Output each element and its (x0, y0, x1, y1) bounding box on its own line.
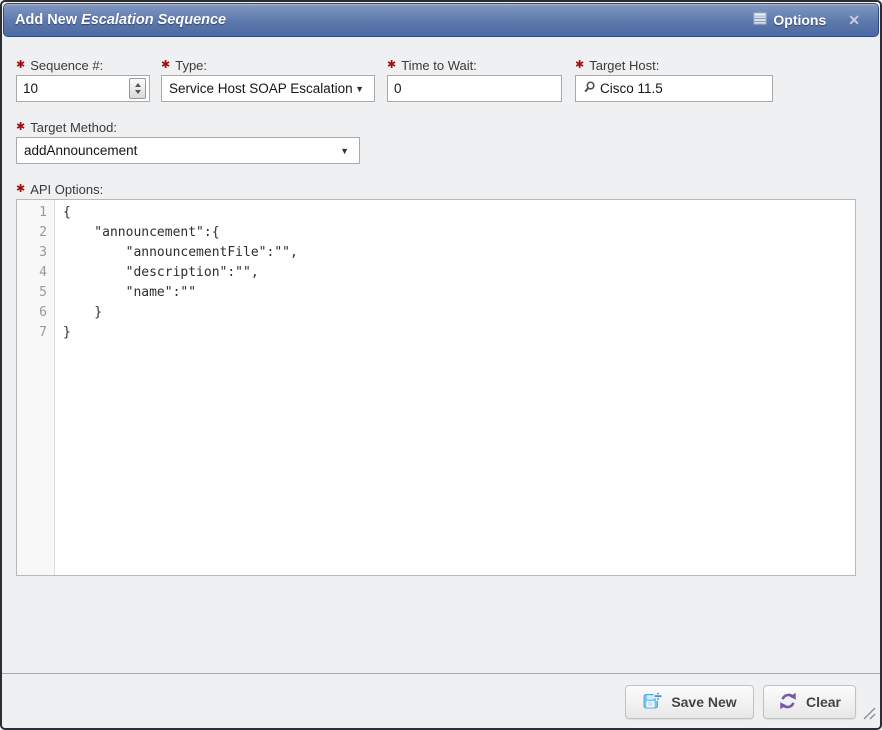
target-method-select-value: addAnnouncement (24, 143, 137, 158)
time-to-wait-label-text: Time to Wait: (401, 58, 477, 73)
footer-divider (2, 673, 880, 674)
stepper-down-icon (135, 90, 141, 94)
save-new-button[interactable]: Save New (625, 685, 754, 719)
dialog-title-emphasis: Escalation Sequence (81, 12, 226, 28)
dialog-title-prefix: Add New (15, 12, 81, 28)
time-to-wait-field-wrap (387, 75, 562, 102)
required-marker-icon: ✱ (575, 58, 584, 71)
line-number: 6 (17, 303, 47, 323)
options-table-icon (753, 12, 767, 28)
clear-button-label: Clear (806, 694, 841, 710)
escalation-sequence-dialog: Add New Escalation Sequence Options ✕ ✱ … (0, 0, 882, 730)
line-number: 3 (17, 243, 47, 263)
save-new-icon (642, 690, 663, 714)
target-host-label: ✱ Target Host: (575, 57, 659, 73)
clear-refresh-icon (778, 691, 798, 714)
code-line[interactable]: } (63, 303, 855, 323)
type-select[interactable]: Service Host SOAP Escalation ▼ (161, 75, 375, 102)
required-marker-icon: ✱ (16, 182, 25, 195)
target-host-lookup-field[interactable]: Cisco 11.5 (575, 75, 773, 102)
code-line[interactable]: "announcementFile":"", (63, 243, 855, 263)
target-method-label-text: Target Method: (30, 120, 117, 135)
target-method-select[interactable]: addAnnouncement ▼ (16, 137, 360, 164)
editor-code-area[interactable]: { "announcement":{ "announcementFile":""… (55, 200, 855, 575)
api-options-label-text: API Options: (30, 182, 103, 197)
line-number: 5 (17, 283, 47, 303)
line-number: 4 (17, 263, 47, 283)
number-stepper-icon[interactable] (129, 78, 146, 99)
time-to-wait-label: ✱ Time to Wait: (387, 57, 477, 73)
sequence-number-label: ✱ Sequence #: (16, 57, 103, 73)
dialog-titlebar: Add New Escalation Sequence Options ✕ (3, 3, 879, 37)
resize-grip-handle[interactable] (860, 704, 877, 726)
required-marker-icon: ✱ (387, 58, 396, 71)
target-host-value: Cisco 11.5 (600, 81, 663, 96)
close-icon[interactable]: ✕ (848, 13, 860, 27)
editor-line-number-gutter: 1 2 3 4 5 6 7 (17, 200, 55, 575)
target-host-label-text: Target Host: (589, 58, 659, 73)
search-icon (582, 80, 596, 98)
type-label: ✱ Type: (161, 57, 207, 73)
save-new-button-label: Save New (671, 694, 736, 710)
chevron-down-icon: ▼ (355, 84, 364, 94)
line-number: 7 (17, 323, 47, 343)
dialog-title: Add New Escalation Sequence (15, 12, 226, 28)
api-options-code-editor[interactable]: 1 2 3 4 5 6 7 { "announcement":{ "announ… (16, 199, 856, 576)
time-to-wait-input[interactable] (387, 75, 562, 102)
required-marker-icon: ✱ (161, 58, 170, 71)
target-method-label: ✱ Target Method: (16, 119, 117, 135)
options-button[interactable]: Options (753, 12, 826, 28)
clear-button[interactable]: Clear (763, 685, 856, 719)
chevron-down-icon: ▼ (340, 146, 349, 156)
code-line[interactable]: } (63, 323, 855, 343)
sequence-number-label-text: Sequence #: (30, 58, 103, 73)
api-options-label: ✱ API Options: (16, 181, 103, 197)
code-line[interactable]: "description":"", (63, 263, 855, 283)
line-number: 1 (17, 203, 47, 223)
code-line[interactable]: { (63, 203, 855, 223)
required-marker-icon: ✱ (16, 58, 25, 71)
type-label-text: Type: (175, 58, 207, 73)
code-line[interactable]: "name":"" (63, 283, 855, 303)
stepper-up-icon (135, 83, 141, 87)
code-line[interactable]: "announcement":{ (63, 223, 855, 243)
sequence-number-field-wrap (16, 75, 150, 102)
required-marker-icon: ✱ (16, 120, 25, 133)
line-number: 2 (17, 223, 47, 243)
options-button-label: Options (773, 12, 826, 28)
type-select-value: Service Host SOAP Escalation (169, 81, 353, 96)
